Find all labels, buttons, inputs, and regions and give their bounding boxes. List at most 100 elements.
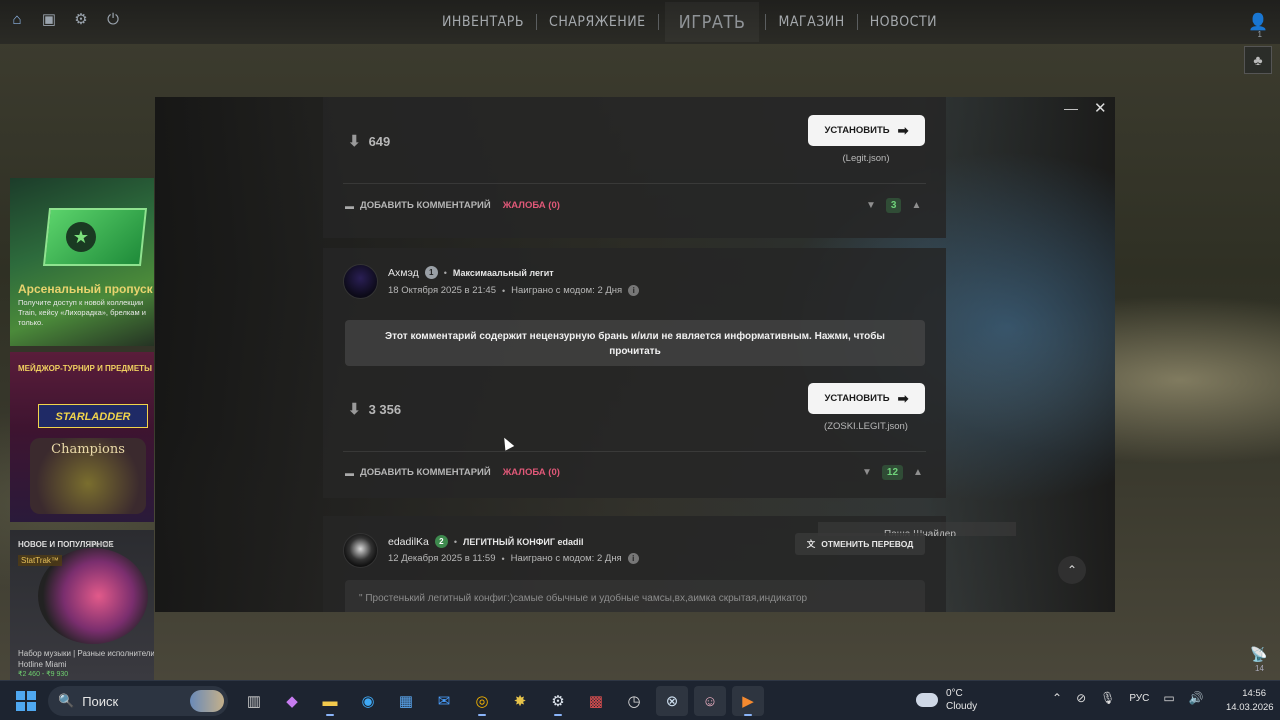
- revert-translation-button[interactable]: 文 ОТМЕНИТЬ ПЕРЕВОД: [795, 533, 925, 555]
- divider: [343, 451, 926, 452]
- install-button[interactable]: УСТАНОВИТЬ ➡: [808, 383, 925, 414]
- clock[interactable]: 14:56 14.03.2026: [1226, 687, 1274, 715]
- chat-app-icon[interactable]: ☺: [694, 686, 726, 716]
- file-explorer-icon[interactable]: ▬: [314, 686, 346, 716]
- home-icon[interactable]: ⌂: [8, 10, 26, 28]
- steam-icon[interactable]: ⚙: [542, 686, 574, 716]
- chrome-icon[interactable]: ◎: [466, 686, 498, 716]
- weather-desc: Cloudy: [946, 701, 978, 712]
- info-icon[interactable]: i: [628, 285, 640, 296]
- chevron-up-icon[interactable]: ⌃: [1052, 691, 1062, 705]
- close-icon[interactable]: ✕: [1094, 99, 1107, 117]
- task-view-icon[interactable]: ▥: [238, 686, 270, 716]
- promo-major-title: МЕЙДЖОР-ТУРНИР И ПРЕДМЕТЫ: [18, 364, 152, 373]
- microphone-icon[interactable]: 🎙: [1100, 691, 1115, 705]
- censored-comment-box[interactable]: Этот комментарий содержит нецензурную бр…: [345, 320, 925, 366]
- store-icon[interactable]: ▦: [390, 686, 422, 716]
- app-sun-icon[interactable]: ✸: [504, 686, 536, 716]
- comment-icon: ▬: [345, 467, 354, 478]
- mail-icon[interactable]: ✉: [428, 686, 460, 716]
- nav-loadout[interactable]: СНАРЯЖЕНИЕ: [543, 14, 652, 30]
- vote-down-icon[interactable]: ▼: [866, 200, 876, 211]
- weather-text: 0°C Cloudy: [946, 687, 977, 713]
- promo-major[interactable]: МЕЙДЖОР-ТУРНИР И ПРЕДМЕТЫ STARLADDER Cha…: [10, 352, 154, 522]
- install-button[interactable]: УСТАНОВИТЬ ➡: [808, 115, 925, 146]
- top-left-icons: ⌂ ▣ ⚙ ⏻: [8, 10, 122, 29]
- vote-count: 3: [885, 198, 902, 213]
- promo-armory-text: Получите доступ к новой коллекции Train,…: [18, 298, 146, 327]
- translate-icon: 文: [806, 539, 816, 549]
- card-actions: ▬ ДОБАВИТЬ КОММЕНТАРИЙ ЖАЛОБА (0): [345, 200, 560, 211]
- promo-music-kit[interactable]: НОВОЕ И ПОПУЛЯРНОЕ Trends StatTrak™ Набо…: [10, 530, 154, 680]
- author-name[interactable]: Ахмэд: [388, 267, 419, 279]
- scroll-to-top-button[interactable]: ⌃: [1058, 556, 1086, 584]
- config-title: ЛЕГИТНЫЙ КОНФИГ edadil: [463, 536, 584, 547]
- played-time: Наиграно с модом: 2 Дня: [510, 553, 622, 564]
- vote-down-icon[interactable]: ▼: [862, 467, 872, 478]
- clock-app-icon[interactable]: ◷: [618, 686, 650, 716]
- vote-up-icon[interactable]: ▲: [911, 200, 921, 211]
- network-icon[interactable]: ▭: [1163, 691, 1174, 705]
- arrow-right-icon: ➡: [897, 122, 909, 138]
- start-button[interactable]: [16, 691, 36, 711]
- nav-store[interactable]: МАГАЗИН: [772, 14, 850, 30]
- tree-icon[interactable]: ♣: [1244, 46, 1272, 74]
- add-comment-link[interactable]: ДОБАВИТЬ КОММЕНТАРИЙ: [360, 200, 491, 211]
- vote-count: 12: [881, 465, 904, 480]
- divider: [343, 183, 926, 184]
- download-count: ⬇ 649: [348, 132, 390, 150]
- tv-icon[interactable]: ▣: [40, 10, 58, 28]
- download-count-value: 649: [368, 133, 391, 149]
- minimize-icon[interactable]: —: [1064, 100, 1078, 116]
- nav-news[interactable]: НОВОСТИ: [864, 14, 943, 30]
- separator-dot: •: [501, 553, 505, 564]
- download-count: ⬇ 3 356: [348, 400, 401, 418]
- cs2-icon[interactable]: ▶: [732, 686, 764, 716]
- antenna-count: 14: [1255, 664, 1264, 673]
- volume-icon[interactable]: 🔊: [1189, 691, 1204, 705]
- played-time: Наиграно с модом: 2 Дня: [511, 285, 623, 296]
- copilot-icon[interactable]: ◆: [276, 686, 308, 716]
- author-name[interactable]: edadilKa: [388, 536, 429, 548]
- add-comment-link[interactable]: ДОБАВИТЬ КОММЕНТАРИЙ: [360, 467, 491, 478]
- avatar[interactable]: [343, 533, 378, 568]
- nav-separator: [856, 14, 858, 30]
- meta-line: 18 Октября 2025 в 21:45 • Наиграно с мод…: [388, 285, 640, 296]
- nav-play[interactable]: ИГРАТЬ: [664, 2, 760, 42]
- weather-widget[interactable]: 0°C Cloudy: [916, 687, 977, 713]
- clock-time: 14:56: [1242, 688, 1266, 699]
- report-link[interactable]: ЖАЛОБА (0): [503, 467, 560, 478]
- gear-icon[interactable]: ⚙: [72, 10, 90, 28]
- info-icon[interactable]: i: [627, 553, 639, 564]
- author-line: edadilKa 2 • ЛЕГИТНЫЙ КОНФИГ edadil: [388, 535, 583, 548]
- card-actions: ▬ ДОБАВИТЬ КОММЕНТАРИЙ ЖАЛОБА (0): [345, 467, 560, 478]
- nav-inventory[interactable]: ИНВЕНТАРЬ: [436, 14, 530, 30]
- top-bar: ⌂ ▣ ⚙ ⏻ ИНВЕНТАРЬ СНАРЯЖЕНИЕ ИГРАТЬ МАГА…: [0, 0, 1280, 44]
- antenna-icon[interactable]: 📡: [1250, 646, 1267, 663]
- starladder-logo: STARLADDER: [38, 404, 148, 428]
- gamepad-icon[interactable]: ▩: [580, 686, 612, 716]
- vote-up-icon[interactable]: ▲: [913, 467, 923, 478]
- champions-sticker: Champions: [30, 438, 146, 514]
- edge-icon[interactable]: ◉: [352, 686, 384, 716]
- power-icon[interactable]: ⏻: [104, 10, 122, 28]
- meta-line: 12 Декабря 2025 в 11:59 • Наиграно с мод…: [388, 553, 639, 564]
- app-circle-icon[interactable]: ⊗: [656, 686, 688, 716]
- main-nav: ИНВЕНТАРЬ СНАРЯЖЕНИЕ ИГРАТЬ МАГАЗИН НОВО…: [436, 0, 943, 44]
- profile-count: 1: [1257, 30, 1262, 39]
- avatar[interactable]: [343, 264, 378, 299]
- nav-separator: [536, 14, 538, 30]
- search-highlight-image: [190, 690, 224, 712]
- arrow-right-icon: ➡: [897, 390, 909, 406]
- language-indicator[interactable]: РУС: [1129, 693, 1149, 704]
- promo-armory-pass[interactable]: ★ Арсенальный пропуск Получите доступ к …: [10, 178, 154, 346]
- config-filename: (Legit.json): [842, 153, 890, 164]
- profile-icon[interactable]: 👤: [1248, 12, 1268, 32]
- promo-music-price: ₹2 460 - ₹9 930: [18, 671, 69, 678]
- nav-separator: [765, 14, 767, 30]
- install-label: УСТАНОВИТЬ: [824, 125, 890, 136]
- taskbar-search[interactable]: 🔍 Поиск: [48, 686, 228, 716]
- separator-dot: •: [453, 536, 458, 547]
- no-sync-icon[interactable]: ⊘: [1076, 691, 1086, 705]
- report-link[interactable]: ЖАЛОБА (0): [503, 200, 560, 211]
